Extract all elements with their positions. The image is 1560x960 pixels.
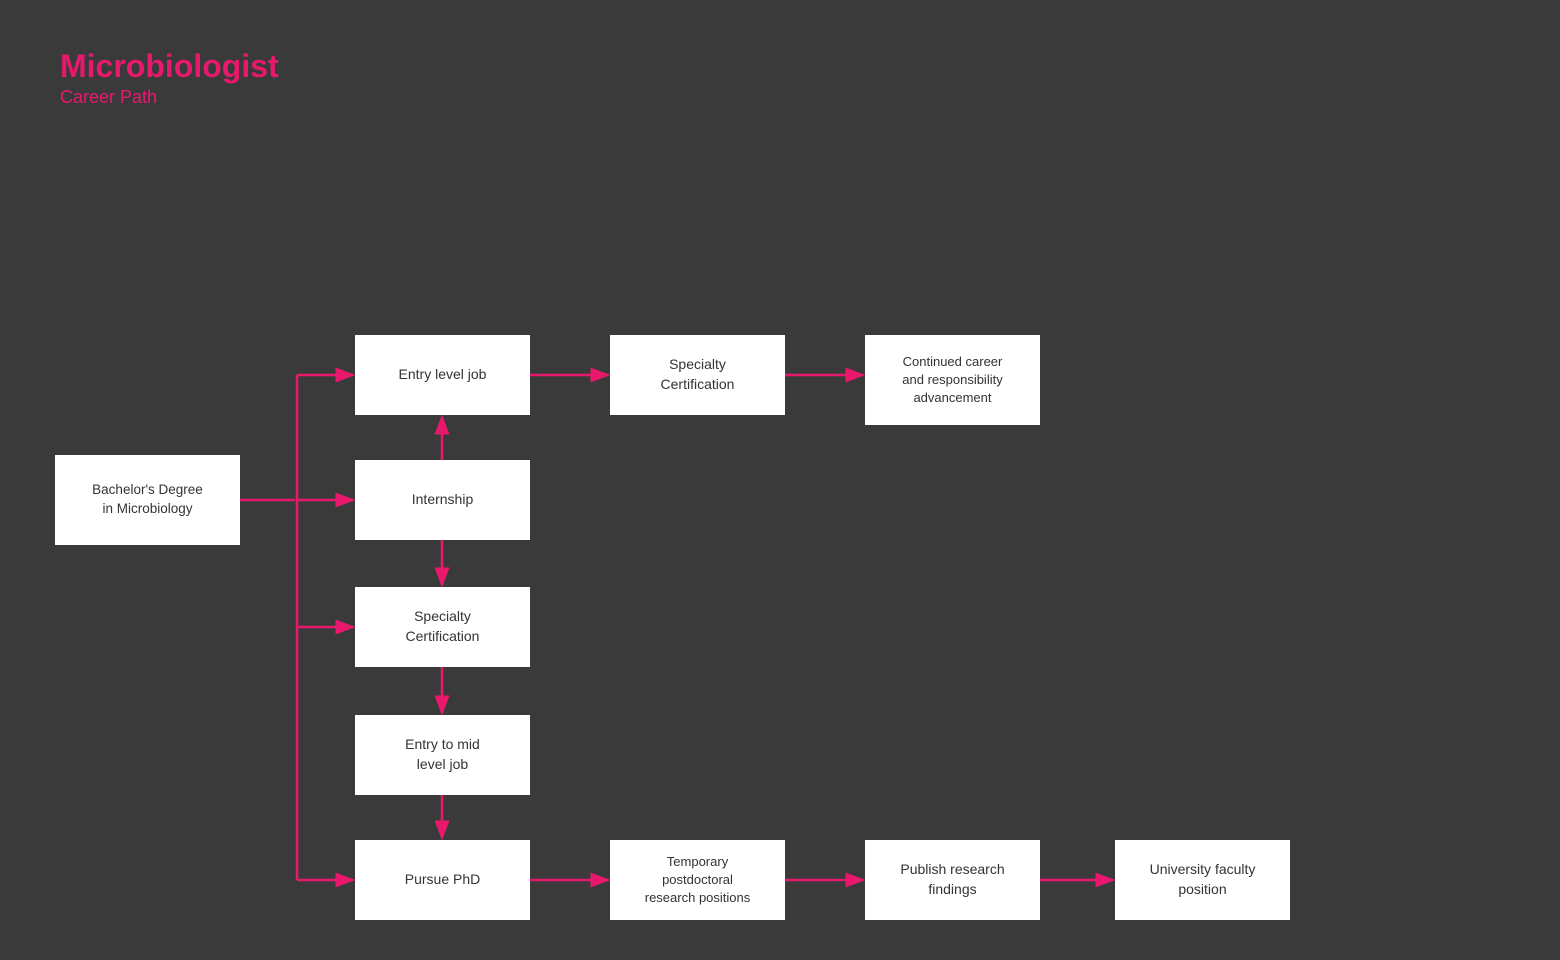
header: Microbiologist Career Path	[60, 48, 279, 108]
node-bachelors: Bachelor's Degreein Microbiology	[55, 455, 240, 545]
page-subtitle: Career Path	[60, 87, 279, 108]
node-temp-postdoc: Temporarypostdoctoralresearch positions	[610, 840, 785, 920]
node-pursue-phd: Pursue PhD	[355, 840, 530, 920]
page-title: Microbiologist	[60, 48, 279, 85]
node-specialty-cert: SpecialtyCertification	[355, 587, 530, 667]
node-university-faculty: University facultyposition	[1115, 840, 1290, 920]
node-entry-level: Entry level job	[355, 335, 530, 415]
arrows-svg	[0, 140, 1560, 960]
node-continued-career: Continued careerand responsibilityadvanc…	[865, 335, 1040, 425]
diagram: Bachelor's Degreein Microbiology Entry l…	[0, 140, 1560, 960]
node-entry-mid: Entry to midlevel job	[355, 715, 530, 795]
node-specialty-cert2: SpecialtyCertification	[610, 335, 785, 415]
node-publish-research: Publish researchfindings	[865, 840, 1040, 920]
node-internship: Internship	[355, 460, 530, 540]
